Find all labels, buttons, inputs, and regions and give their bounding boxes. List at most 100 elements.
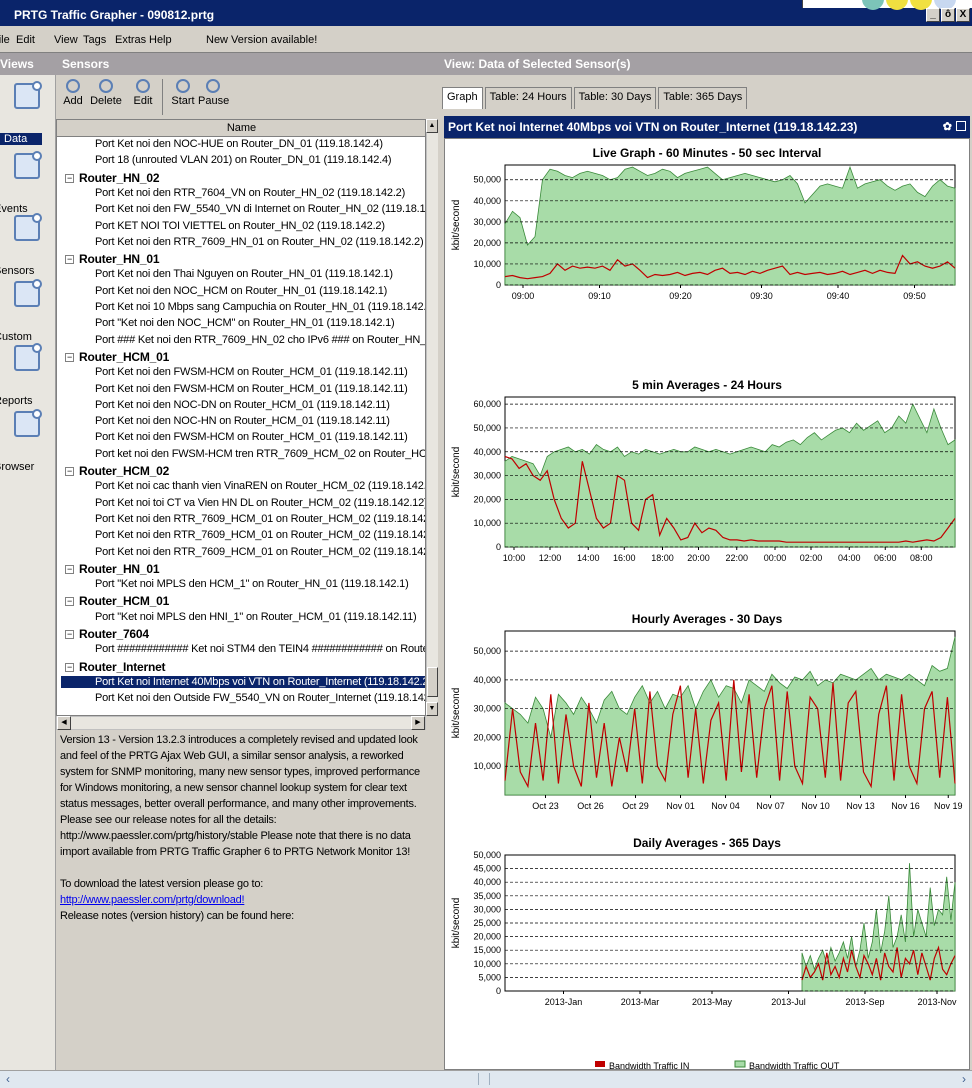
y-tick-label: 0 [496, 986, 501, 996]
tree-sensor-item[interactable]: Port Ket noi den FWSM-HCM on Router_HCM_… [95, 366, 408, 378]
tree-group[interactable]: − Router_HN_02 [65, 171, 159, 185]
tree-group[interactable]: − Router_HN_01 [65, 562, 159, 576]
horizontal-scrollbar-bottom[interactable]: ‹ › [0, 1070, 972, 1088]
tree-sensor-item[interactable]: Port Ket noi den RTR_7609_HN_01 on Route… [95, 236, 424, 248]
events-icon[interactable] [14, 151, 42, 179]
tree-group[interactable]: − Router_HCM_02 [65, 464, 169, 478]
scroll-up-arrow[interactable]: ▲ [426, 119, 438, 133]
chart-icon[interactable] [14, 81, 42, 109]
minimize-button[interactable]: _ [926, 8, 940, 22]
tree-sensor-item[interactable]: Port Ket noi den Thai Nguyen on Router_H… [95, 268, 393, 280]
settings-gear-icon[interactable]: ✿ [943, 120, 952, 133]
custom-icon[interactable] [14, 279, 42, 307]
tab-table-24-hours[interactable]: Table: 24 Hours [484, 87, 572, 109]
chart-title: Daily Averages - 365 Days [633, 836, 781, 850]
tree-sensor-item[interactable]: Port Ket noi den NOC-HUE on Router_DN_01… [95, 138, 383, 150]
nav-item-events[interactable]: Events [0, 203, 54, 215]
x-tick-label: 2013-Mar [621, 997, 660, 1007]
tree-group[interactable]: − Router_7604 [65, 627, 149, 641]
x-tick-label: Nov 04 [711, 801, 740, 811]
collapse-icon[interactable]: − [65, 467, 74, 476]
sensor-tree[interactable]: Name Port Ket noi den NOC-HUE on Router_… [56, 119, 426, 716]
start-button[interactable]: Start [170, 79, 196, 107]
menu-edit[interactable]: Edit [16, 34, 35, 46]
menu-file[interactable]: File [0, 34, 10, 46]
x-tick-label: 06:00 [874, 553, 897, 563]
tree-group[interactable]: − Router_HCM_01 [65, 594, 169, 608]
new-version-link[interactable]: New Version available! [206, 34, 317, 46]
pause-button[interactable]: Pause [198, 79, 229, 107]
scroll-left-icon[interactable]: ‹ [6, 1072, 10, 1086]
delete-button[interactable]: Delete [88, 79, 124, 107]
tree-sensor-item[interactable]: Port Ket noi den RTR_7609_HCM_01 on Rout… [95, 546, 425, 558]
x-tick-label: 04:00 [838, 553, 861, 563]
tree-sensor-item[interactable]: Port Ket noi cac thanh vien VinaREN on R… [95, 480, 425, 492]
tree-sensor-item[interactable]: Port Ket noi Internet 40Mbps voi VTN on … [61, 675, 425, 688]
scroll-left-arrow[interactable]: ◀ [57, 716, 71, 730]
scroll-right-icon[interactable]: › [962, 1072, 966, 1086]
browser-icon[interactable] [14, 409, 42, 437]
collapse-icon[interactable]: − [65, 564, 74, 574]
tree-sensor-item[interactable]: Port Ket noi den RTR_7609_HCM_01 on Rout… [95, 513, 425, 525]
tree-sensor-item[interactable]: Port Ket noi den FWSM-HCM on Router_HCM_… [95, 383, 408, 395]
tree-sensor-item[interactable]: Port Ket noi den Outside FW_5540_VN on R… [95, 692, 425, 704]
tab-table-365-days[interactable]: Table: 365 Days [658, 87, 748, 109]
collapse-icon[interactable]: − [65, 597, 74, 607]
x-tick-label: 09:50 [903, 291, 926, 301]
add-button[interactable]: Add [62, 79, 84, 107]
nav-item-sensors[interactable]: Sensors [0, 265, 54, 277]
sensors-icon[interactable] [14, 213, 42, 241]
tree-sensor-item[interactable]: Port Ket noi den NOC_HCM on Router_HN_01… [95, 285, 387, 297]
edit-button[interactable]: Edit [132, 79, 154, 107]
checkbox-icon[interactable] [956, 121, 966, 131]
tree-sensor-item[interactable]: Port ############ Ket noi STM4 den TEIN4… [95, 643, 425, 655]
menu-help[interactable]: Help [149, 34, 172, 46]
menu-view[interactable]: View [54, 34, 78, 46]
chart-title: 5 min Averages - 24 Hours [632, 378, 782, 392]
tab-graph[interactable]: Graph [442, 87, 483, 109]
tree-sensor-item[interactable]: Port "Ket noi MPLS den HCM_1" on Router_… [95, 578, 409, 590]
tree-sensor-item[interactable]: Port Ket noi den RTR_7609_HCM_01 on Rout… [95, 529, 425, 541]
scroll-right-arrow[interactable]: ▶ [411, 716, 425, 730]
collapse-icon[interactable]: − [65, 255, 74, 265]
nav-item-reports[interactable]: Reports [0, 395, 54, 407]
collapse-icon[interactable]: − [65, 630, 74, 639]
tab-table-30-days[interactable]: Table: 30 Days [573, 87, 657, 109]
collapse-icon[interactable]: − [65, 173, 74, 183]
title-bar: PRTG Traffic Grapher - 090812.prtg _ ô X [0, 0, 972, 26]
tree-vertical-scrollbar[interactable]: ▲ ▼ [426, 119, 438, 716]
menu-extras[interactable]: Extras [115, 34, 146, 46]
scroll-thumb[interactable] [427, 667, 438, 697]
tree-sensor-item[interactable]: Port Ket noi 10 Mbps sang Campuchia on R… [95, 301, 425, 313]
reports-icon[interactable] [14, 343, 42, 371]
close-button[interactable]: X [956, 8, 970, 22]
tree-sensor-item[interactable]: Port Ket noi den NOC-HN on Router_HCM_01… [95, 415, 390, 427]
tree-group[interactable]: − Router_Internet [65, 660, 166, 674]
nav-item-custom[interactable]: Custom [0, 331, 54, 343]
nav-item-data[interactable]: Data [0, 133, 42, 145]
tree-sensor-item[interactable]: Port Ket noi den FWSM-HCM on Router_HCM_… [95, 431, 408, 443]
tree-sensor-item[interactable]: Port Ket noi den RTR_7604_VN on Router_H… [95, 187, 405, 199]
tree-group[interactable]: − Router_HN_01 [65, 252, 159, 266]
scroll-down-arrow[interactable]: ▼ [426, 702, 438, 716]
menu-tags[interactable]: Tags [83, 34, 106, 46]
tree-group[interactable]: − Router_HCM_01 [65, 350, 169, 364]
tree-sensor-item[interactable]: Port Ket noi den NOC-DN on Router_HCM_01… [95, 399, 390, 411]
tree-horizontal-scrollbar[interactable]: ◀ ▶ [56, 716, 426, 730]
tree-sensor-item[interactable]: Port Ket noi toi CT va Vien HN DL on Rou… [95, 497, 425, 509]
collapse-icon[interactable]: − [65, 662, 74, 672]
nav-item-browser[interactable]: Browser [0, 461, 54, 473]
restore-button[interactable]: ô [941, 8, 955, 22]
download-link[interactable]: http://www.paessler.com/prtg/download! [60, 894, 245, 906]
x-tick-label: Oct 23 [532, 801, 559, 811]
collapse-icon[interactable]: − [65, 352, 74, 362]
tree-sensor-item[interactable]: Port "Ket noi MPLS den HNI_1" on Router_… [95, 611, 417, 623]
tree-sensor-item[interactable]: Port KET NOI TOI VIETTEL on Router_HN_02… [95, 220, 385, 232]
tree-sensor-item[interactable]: Port ket noi den FWSM-HCM tren RTR_7609_… [95, 448, 425, 460]
y-tick-label: 60,000 [473, 399, 501, 409]
name-column-header[interactable]: Name [57, 120, 425, 137]
tree-sensor-item[interactable]: Port ### Ket noi den RTR_7609_HN_02 cho … [95, 334, 425, 346]
tree-sensor-item[interactable]: Port 18 (unrouted VLAN 201) on Router_DN… [95, 154, 392, 166]
tree-sensor-item[interactable]: Port Ket noi den FW_5540_VN di Internet … [95, 203, 425, 215]
tree-sensor-item[interactable]: Port "Ket noi den NOC_HCM" on Router_HN_… [95, 317, 395, 329]
